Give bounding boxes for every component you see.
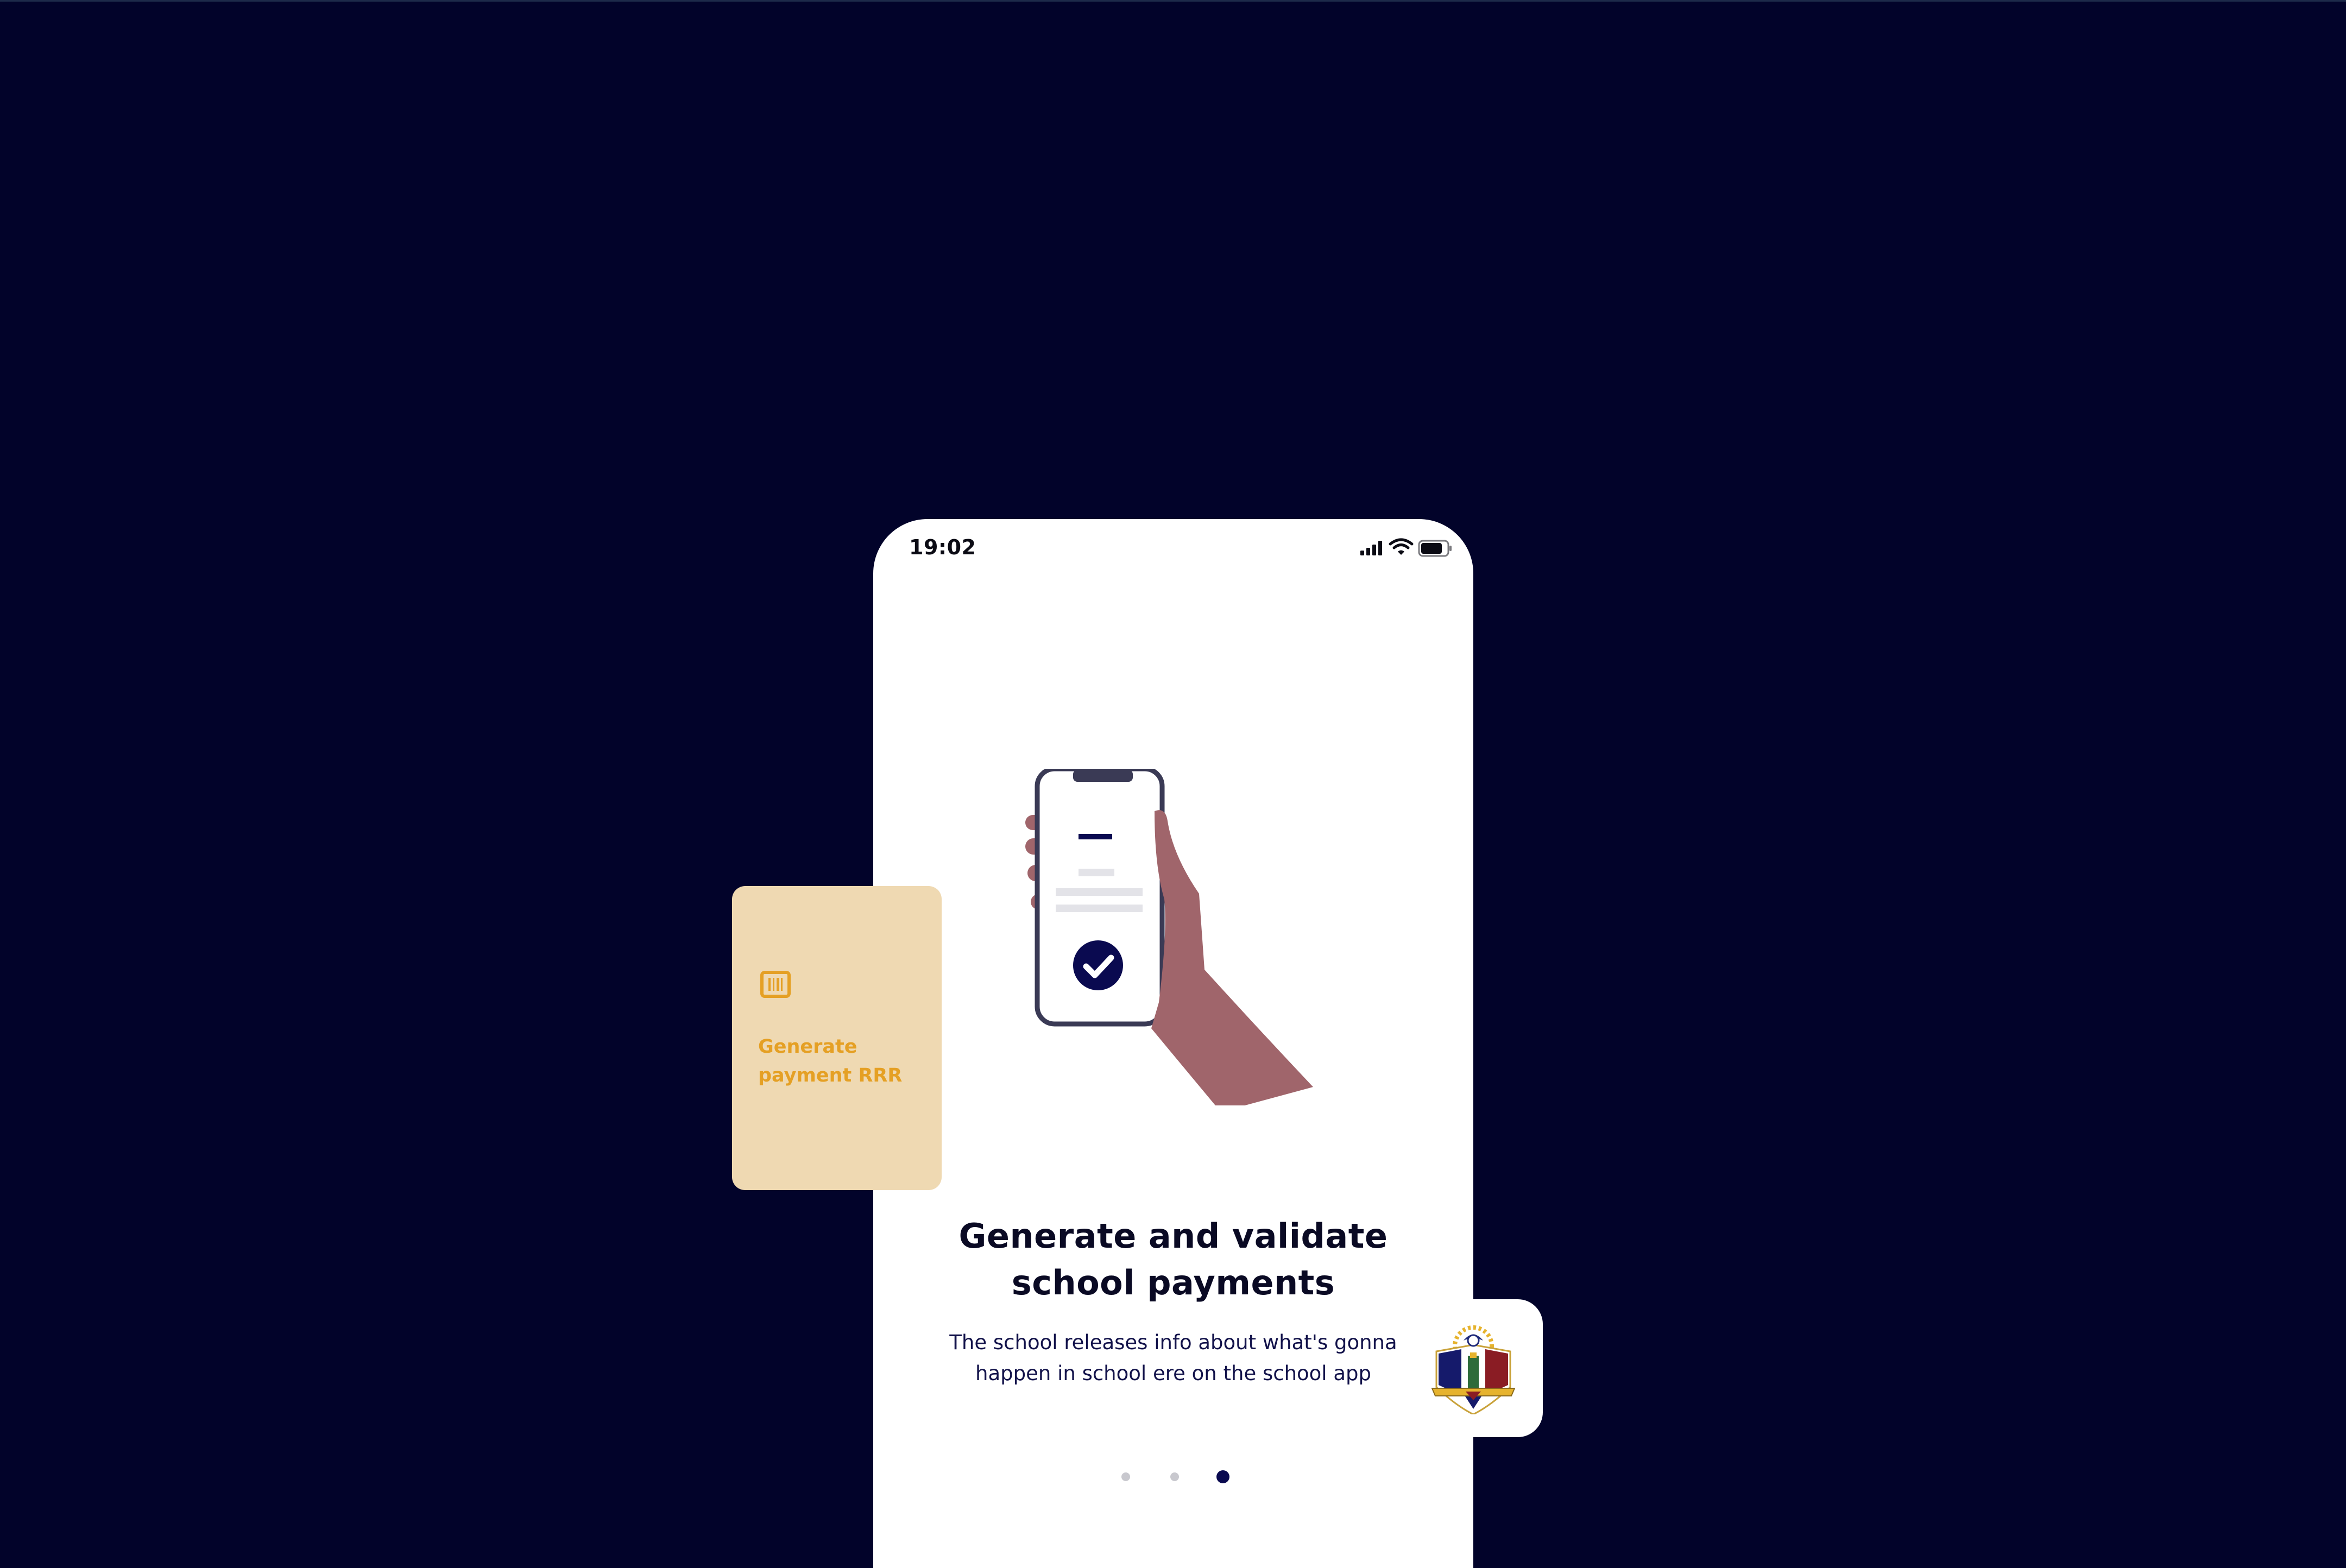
top-divider: [0, 0, 2346, 2]
onboarding-title: Generate and validate school payments: [873, 1213, 1473, 1306]
card-label-line-2: payment RRR: [758, 1065, 903, 1086]
card-label-line-1: Generate: [758, 1036, 857, 1058]
school-logo-tile[interactable]: [1404, 1299, 1543, 1437]
status-time: 19:02: [909, 535, 976, 559]
canvas: 19:02 Generate and validate school payme…: [0, 0, 2346, 1568]
onboarding-description: The school releases info about what's go…: [949, 1331, 1397, 1385]
hand-palm: [1151, 810, 1313, 1105]
hand-holding-phone-illustration: [1025, 769, 1313, 1105]
page-dot-1[interactable]: [1121, 1472, 1130, 1481]
battery-icon: [1418, 540, 1452, 557]
school-crest-icon: [1431, 1325, 1516, 1414]
phone-screen: 19:02 Generate and validate school payme…: [873, 519, 1473, 1568]
page-indicator: [873, 1470, 1473, 1487]
signal-icon: [1360, 541, 1382, 555]
barcode-icon: [760, 971, 791, 998]
wifi-icon: [1389, 538, 1414, 555]
page-dot-2[interactable]: [1170, 1472, 1179, 1481]
generate-payment-label: Generate payment RRR: [758, 1033, 921, 1090]
title-line-1: Generate and validate: [958, 1216, 1388, 1256]
page-dot-3-active[interactable]: [1216, 1470, 1229, 1483]
title-line-2: school payments: [1011, 1263, 1335, 1303]
generate-payment-card[interactable]: Generate payment RRR: [732, 886, 942, 1190]
check-circle-icon: [1073, 940, 1123, 990]
